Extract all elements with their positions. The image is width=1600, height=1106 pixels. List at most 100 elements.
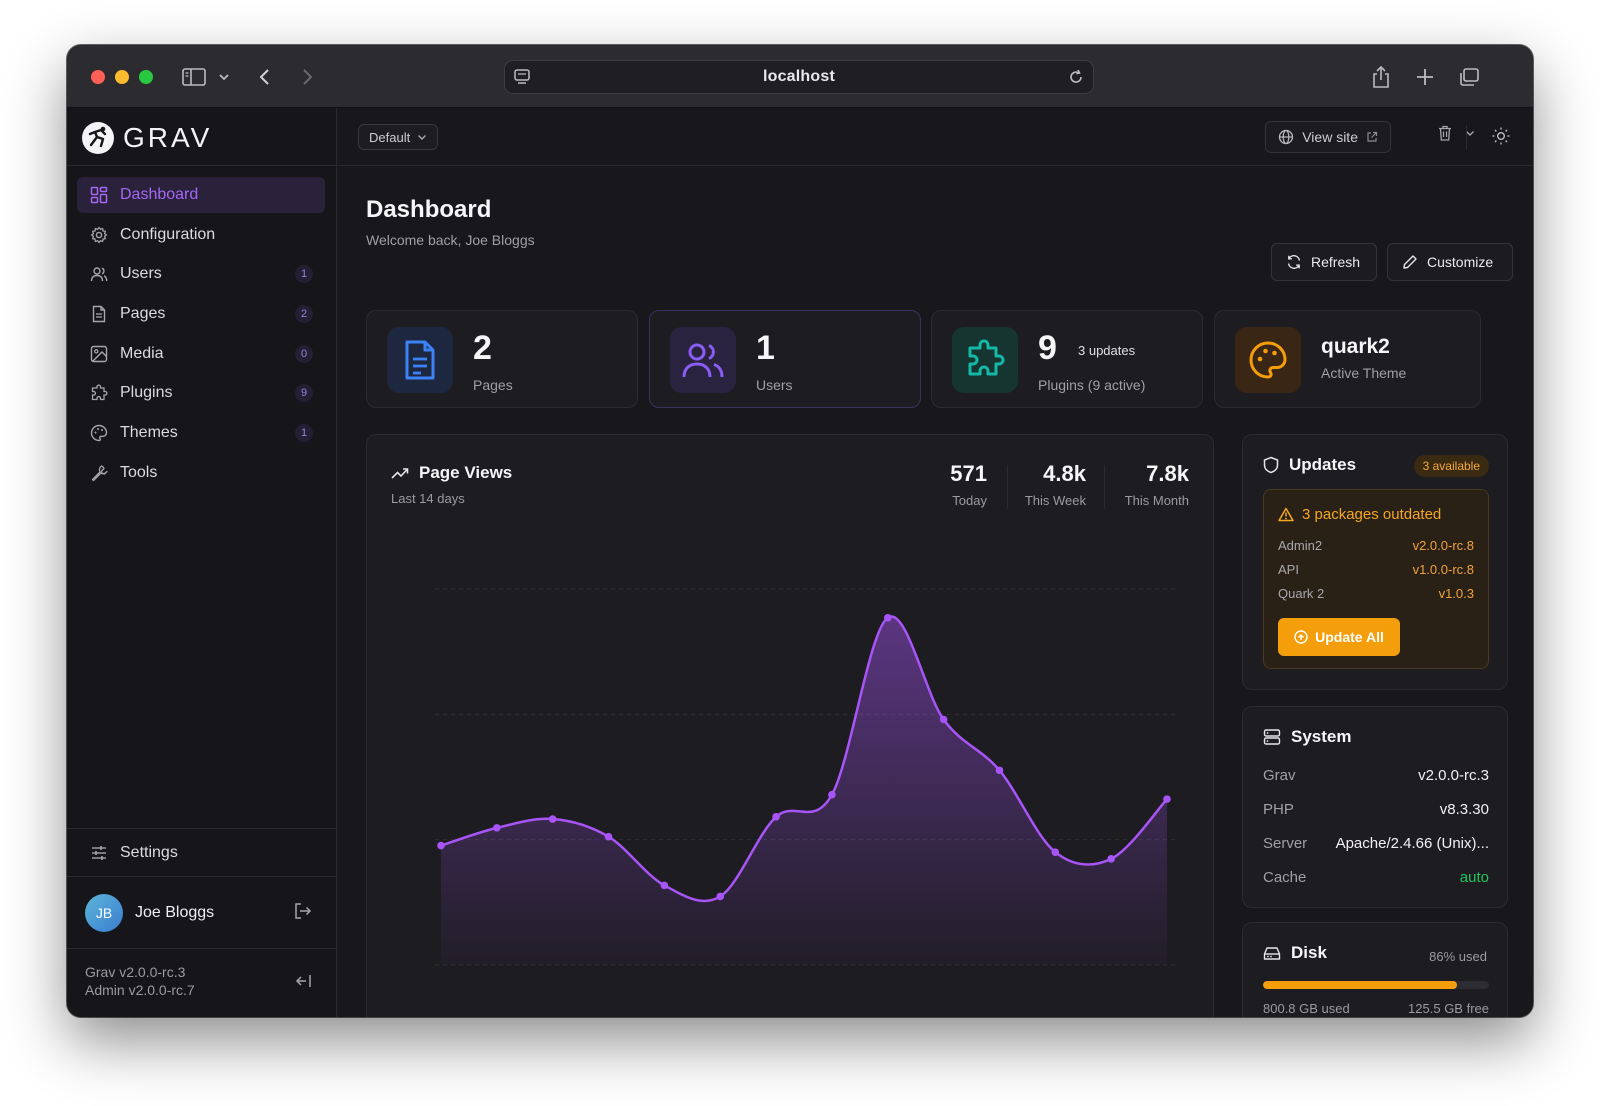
chart-title: Page Views [391, 463, 512, 483]
sidebar-item-plugins[interactable]: Plugins 9 [77, 375, 325, 411]
chart-data-point[interactable] [437, 841, 445, 850]
stat-card-plugins[interactable]: 9 3 updates Plugins (9 active) [931, 310, 1203, 408]
tab-overview-icon[interactable] [1457, 64, 1481, 90]
system-value: v8.3.30 [1439, 801, 1489, 818]
stat-value: 2 [473, 329, 492, 367]
theme-name: quark2 [1321, 335, 1390, 358]
gear-icon [89, 225, 109, 245]
sidebar-item-users[interactable]: Users 1 [77, 256, 325, 292]
refresh-button[interactable]: Refresh [1271, 243, 1377, 281]
grav-logo[interactable]: GRAV [81, 120, 212, 156]
sidebar-item-themes[interactable]: Themes 1 [77, 415, 325, 451]
chart-data-point[interactable] [716, 892, 725, 901]
zoom-window-button[interactable] [139, 70, 153, 84]
stat-card-users[interactable]: 1 Users [649, 310, 921, 408]
view-site-button[interactable]: View site [1265, 121, 1391, 153]
brand-name: GRAV [123, 122, 213, 153]
share-icon[interactable] [1369, 64, 1393, 90]
chart-data-point[interactable] [1051, 848, 1060, 856]
shield-icon [1263, 456, 1279, 474]
sidebar-item-label: Themes [120, 424, 178, 442]
count-badge: 0 [295, 344, 313, 363]
metric-label: This Month [1124, 493, 1189, 508]
file-text-icon [387, 327, 453, 393]
disk-usage-bar [1263, 981, 1489, 989]
chart-data-point[interactable] [1163, 795, 1171, 803]
chart-data-point[interactable] [660, 881, 669, 890]
package-name: API [1278, 562, 1299, 577]
minimize-window-button[interactable] [115, 70, 129, 84]
system-key: Cache [1263, 869, 1307, 886]
list-item: Quark 2 v1.0.3 [1278, 586, 1474, 601]
stat-card-theme[interactable]: quark2 Active Theme [1214, 310, 1481, 408]
system-card: System Grav v2.0.0-rc.3 PHP v8.3.30 Serv… [1242, 706, 1508, 908]
package-name: Quark 2 [1278, 586, 1325, 601]
chart-data-point[interactable] [548, 815, 557, 823]
back-arrow-icon[interactable] [255, 64, 275, 90]
theme-toggle-sun-icon[interactable] [1491, 126, 1511, 151]
sidebar-item-settings[interactable]: Settings [67, 828, 337, 876]
logout-icon[interactable] [293, 901, 313, 926]
clear-cache-dropdown[interactable] [1437, 124, 1475, 142]
chart-data-point[interactable] [883, 613, 892, 622]
status-badge: 3 available [1413, 455, 1489, 477]
refresh-icon [1287, 255, 1301, 269]
sidebar-item-media[interactable]: Media 0 [77, 336, 325, 372]
page-settings-icon[interactable] [513, 68, 531, 91]
list-item: Admin2 v2.0.0-rc.8 [1278, 538, 1474, 553]
chart-data-point[interactable] [772, 813, 780, 821]
chart-data-point[interactable] [995, 766, 1004, 775]
stat-card-pages[interactable]: 2 Pages [366, 310, 638, 408]
sidebar-item-label: Configuration [120, 225, 216, 243]
environment-dropdown[interactable]: Default [358, 124, 439, 150]
sidebar-item-tools[interactable]: Tools [77, 455, 325, 491]
system-value: v2.0.0-rc.3 [1418, 767, 1489, 784]
refresh-label: Refresh [1311, 254, 1361, 270]
collapse-sidebar-icon[interactable] [295, 973, 313, 993]
sidebar-item-label: Tools [120, 463, 158, 481]
view-site-label: View site [1302, 129, 1358, 145]
sidebar-item-pages[interactable]: Pages 2 [77, 296, 325, 332]
main-content: Dashboard Welcome back, Joe Bloggs Refre… [337, 166, 1533, 1017]
chart-data-point[interactable] [828, 790, 836, 799]
metric-value: 571 [950, 461, 987, 486]
sidebar: GRAV Dashboard Configuration Users 1 Pag… [67, 108, 337, 1017]
sidebar-toggle-icon[interactable] [181, 64, 207, 90]
reload-icon[interactable] [1067, 68, 1085, 91]
system-key: Grav [1263, 767, 1296, 784]
customize-label: Customize [1427, 254, 1494, 270]
user-profile[interactable]: JB Joe Bloggs [67, 876, 337, 948]
address-bar[interactable]: localhost [504, 60, 1094, 94]
stat-label: Plugins (9 active) [1038, 377, 1146, 393]
system-value: auto [1459, 869, 1489, 886]
chart-data-point[interactable] [493, 824, 501, 832]
sidebar-item-configuration[interactable]: Configuration [77, 217, 325, 253]
puzzle-icon [89, 383, 109, 403]
count-badge: 1 [295, 265, 313, 284]
chart-data-point[interactable] [604, 832, 613, 841]
package-version: v2.0.0-rc.8 [1412, 538, 1474, 553]
system-key: PHP [1263, 801, 1294, 818]
chart-data-point[interactable] [1107, 855, 1115, 863]
sidebar-item-dashboard[interactable]: Dashboard [77, 177, 325, 213]
customize-button[interactable]: Customize [1387, 243, 1513, 281]
wrench-icon [89, 463, 109, 483]
grav-logo-icon [82, 122, 114, 154]
chart-data-point[interactable] [939, 715, 948, 724]
stat-label: Users [756, 377, 793, 393]
update-all-button[interactable]: Update All [1278, 618, 1400, 656]
close-window-button[interactable] [91, 70, 105, 84]
updates-header: Updates [1263, 455, 1356, 475]
table-row: Cache auto [1263, 869, 1489, 886]
chart-subtitle: Last 14 days [391, 491, 465, 506]
metric-month: 7.8k This Month [1125, 461, 1189, 508]
chevron-down-icon[interactable] [217, 64, 231, 90]
sidebar-item-label: Users [120, 265, 162, 283]
stat-value: 9 [1038, 329, 1057, 367]
outdated-warning: 3 packages outdated [1278, 506, 1441, 523]
new-tab-icon[interactable] [1413, 64, 1437, 90]
metric-today: 571 Today [950, 461, 987, 508]
forward-arrow-icon[interactable] [297, 64, 317, 90]
sidebar-nav: Dashboard Configuration Users 1 Pages 2 … [77, 177, 325, 495]
updates-title: Updates [1289, 455, 1357, 474]
